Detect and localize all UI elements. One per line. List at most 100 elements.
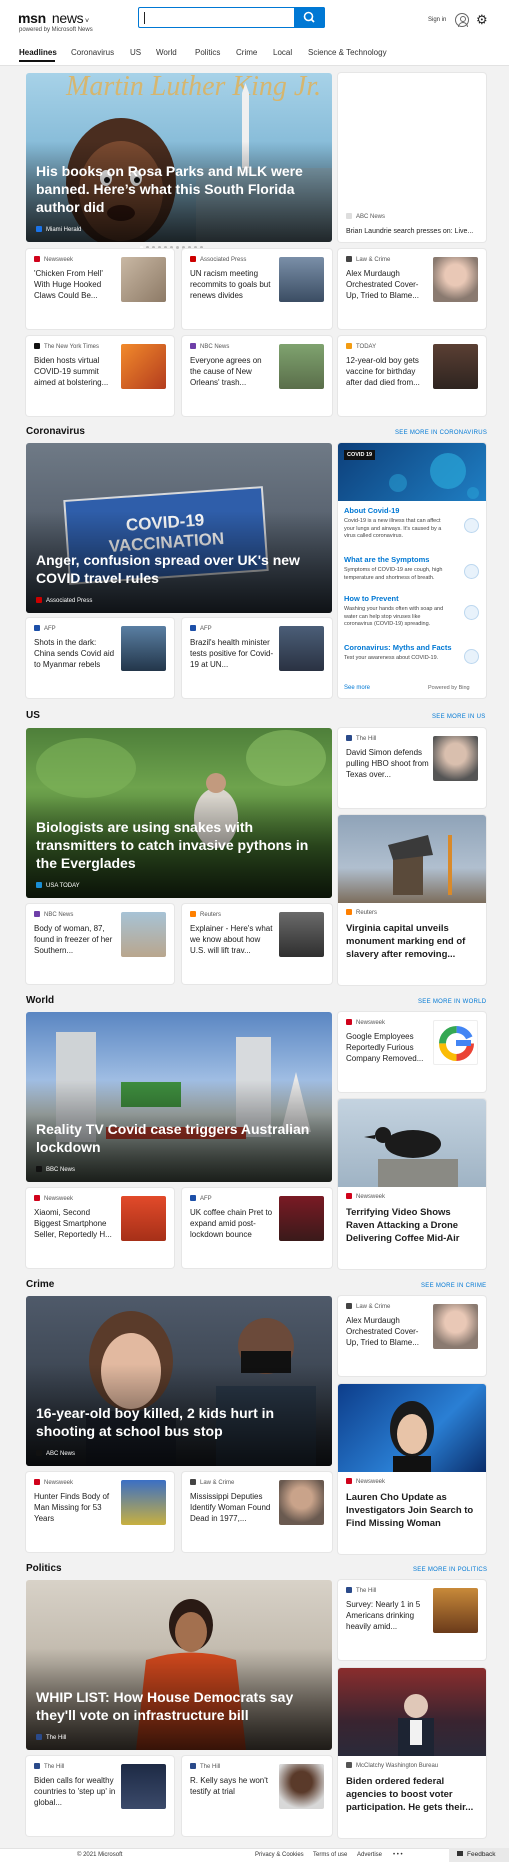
covid-item[interactable]: What are the Symptoms Symptoms of COVID-1…	[344, 555, 444, 582]
msn-logo[interactable]: msn news ˅	[18, 10, 89, 26]
card-title[interactable]: Body of woman, 87, found in freezer of h…	[34, 923, 118, 956]
card-title[interactable]: UN racism meeting recommits to goals but…	[190, 268, 274, 301]
see-more-world[interactable]: SEE MORE IN WORLD	[418, 999, 486, 1005]
card-title[interactable]: Biden ordered federal agencies to boost …	[346, 1775, 478, 1814]
hero-card[interactable]: Martin Luther King Jr. His books on Rosa…	[26, 73, 332, 242]
hero-title[interactable]: Biologists are using snakes with transmi…	[36, 818, 320, 872]
news-card[interactable]: NBC News Everyone agrees on the cause of…	[182, 336, 332, 416]
gear-icon[interactable]: ⚙	[476, 13, 488, 26]
news-card[interactable]: Newsweek 'Chicken From Hell' With Huge H…	[26, 249, 174, 329]
big-card[interactable]: Newsweek Terrifying Video Shows Raven At…	[338, 1099, 486, 1269]
card-title[interactable]: Alex Murdaugh Orchestrated Cover-Up, Tri…	[346, 268, 430, 301]
card-title[interactable]: Lauren Cho Update as Investigators Join …	[346, 1491, 478, 1530]
news-card[interactable]: TODAY 12-year-old boy gets vaccine for b…	[338, 336, 486, 416]
news-card[interactable]: AFP UK coffee chain Pret to expand amid …	[182, 1188, 332, 1268]
card-title[interactable]: Terrifying Video Shows Raven Attacking a…	[346, 1206, 478, 1245]
see-more-coronavirus[interactable]: SEE MORE IN CORONAVIRUS	[395, 430, 487, 436]
card-title[interactable]: Google Employees Reportedly Furious Comp…	[346, 1031, 430, 1064]
card-title[interactable]: Brazil's health minister tests positive …	[190, 637, 274, 670]
news-card[interactable]: Law & Crime Alex Murdaugh Orchestrated C…	[338, 249, 486, 329]
hero-title[interactable]: Anger, confusion spread over UK's new CO…	[36, 551, 320, 587]
card-title[interactable]: 'Chicken From Hell' With Huge Hooked Cla…	[34, 268, 118, 301]
tab-headlines[interactable]: Headlines	[19, 48, 57, 57]
card-title[interactable]: Everyone agrees on the cause of New Orle…	[190, 355, 274, 388]
hero-card[interactable]: Reality TV Covid case triggers Australia…	[26, 1012, 332, 1182]
card-title[interactable]: Virginia capital unveils monument markin…	[346, 922, 478, 961]
news-card[interactable]: NBC News Body of woman, 87, found in fre…	[26, 904, 174, 984]
search-button[interactable]	[294, 7, 325, 28]
see-more-politics[interactable]: SEE MORE IN POLITICS	[413, 1567, 487, 1573]
card-title[interactable]: Biden hosts virtual COVID-19 summit aime…	[34, 355, 118, 388]
news-card[interactable]: Newsweek Google Employees Reportedly Fur…	[338, 1012, 486, 1092]
hero-title[interactable]: WHIP LIST: How House Democrats say they'…	[36, 1688, 320, 1724]
terms-link[interactable]: Terms of use	[313, 1852, 347, 1858]
news-card[interactable]: Reuters Explainer - Here's what we know …	[182, 904, 332, 984]
covid-item-title[interactable]: What are the Symptoms	[344, 555, 444, 564]
card-title[interactable]: Survey: Nearly 1 in 5 Americans drinking…	[346, 1599, 430, 1632]
covid-item[interactable]: Coronavirus: Myths and Facts Test your aw…	[344, 643, 452, 663]
side-card[interactable]: ABC News Brian Laundrie search presses o…	[338, 73, 486, 242]
big-card[interactable]: McClatchy Washington Bureau Biden ordere…	[338, 1668, 486, 1838]
card-title[interactable]: Shots in the dark: China sends Covid aid…	[34, 637, 118, 670]
covid-item-title[interactable]: About Covid-19	[344, 506, 444, 515]
news-card[interactable]: The Hill David Simon defends pulling HBO…	[338, 728, 486, 808]
covid-item-title[interactable]: How to Prevent	[344, 594, 444, 603]
copyright: © 2021 Microsoft	[77, 1852, 123, 1858]
tab-local[interactable]: Local	[273, 48, 292, 57]
see-more-crime[interactable]: SEE MORE IN CRIME	[421, 1283, 486, 1289]
privacy-link[interactable]: Privacy & Cookies	[255, 1852, 304, 1858]
card-title[interactable]: Alex Murdaugh Orchestrated Cover-Up, Tri…	[346, 1315, 430, 1348]
card-title[interactable]: Hunter Finds Body of Man Missing for 53 …	[34, 1491, 118, 1524]
covid-item-title[interactable]: Coronavirus: Myths and Facts	[344, 643, 452, 652]
tab-politics[interactable]: Politics	[195, 48, 220, 57]
card-thumbnail	[279, 1764, 324, 1809]
see-more-link[interactable]: See more	[344, 685, 370, 691]
news-card[interactable]: The New York Times Biden hosts virtual C…	[26, 336, 174, 416]
covid-item[interactable]: About Covid-19 Covid-19 is a new illness …	[344, 506, 444, 541]
feedback-button[interactable]: Feedback	[449, 1848, 509, 1862]
avatar-icon[interactable]	[455, 13, 469, 27]
news-card[interactable]: Law & Crime Alex Murdaugh Orchestrated C…	[338, 1296, 486, 1376]
hero-title[interactable]: His books on Rosa Parks and MLK were ban…	[36, 162, 320, 216]
hero-card[interactable]: 16-year-old boy killed, 2 kids hurt in s…	[26, 1296, 332, 1466]
chevron-down-icon[interactable]: ˅	[83, 18, 89, 25]
card-title[interactable]: Xiaomi, Second Biggest Smartphone Seller…	[34, 1207, 118, 1240]
card-source: McClatchy Washington Bureau	[346, 1762, 438, 1769]
card-title[interactable]: David Simon defends pulling HBO shoot fr…	[346, 747, 430, 780]
news-card[interactable]: Law & Crime Mississippi Deputies Identif…	[182, 1472, 332, 1552]
hero-card[interactable]: COVID-19 VACCINATION Anger, confusion sp…	[26, 443, 332, 613]
card-title[interactable]: Explainer - Here's what we know about ho…	[190, 923, 274, 956]
news-card[interactable]: The Hill Survey: Nearly 1 in 5 Americans…	[338, 1580, 486, 1660]
news-card[interactable]: The Hill Biden calls for wealthy countri…	[26, 1756, 174, 1836]
card-title[interactable]: Mississippi Deputies Identify Woman Foun…	[190, 1491, 274, 1524]
card-title[interactable]: R. Kelly says he won't testify at trial	[190, 1775, 274, 1797]
card-title[interactable]: 12-year-old boy gets vaccine for birthda…	[346, 355, 430, 388]
hero-card[interactable]: WHIP LIST: How House Democrats say they'…	[26, 1580, 332, 1750]
newsweek-icon	[346, 1019, 352, 1025]
news-card[interactable]: The Hill R. Kelly says he won't testify …	[182, 1756, 332, 1836]
tab-world[interactable]: World	[156, 48, 177, 57]
news-card[interactable]: Newsweek Hunter Finds Body of Man Missin…	[26, 1472, 174, 1552]
card-title[interactable]: Biden calls for wealthy countries to 'st…	[34, 1775, 118, 1808]
see-more-us[interactable]: SEE MORE IN US	[432, 714, 486, 720]
news-card[interactable]: Associated Press UN racism meeting recom…	[182, 249, 332, 329]
tab-coronavirus[interactable]: Coronavirus	[71, 48, 114, 57]
covid-item[interactable]: How to Prevent Washing your hands often w…	[344, 594, 444, 629]
tab-us[interactable]: US	[130, 48, 141, 57]
card-title[interactable]: Brian Laundrie search presses on: Live..…	[346, 226, 481, 237]
tab-crime[interactable]: Crime	[236, 48, 257, 57]
search-field[interactable]	[147, 10, 287, 25]
tab-science-technology[interactable]: Science & Technology	[308, 48, 387, 57]
more-options-icon[interactable]: • • •	[393, 1852, 403, 1858]
big-card[interactable]: Reuters Virginia capital unveils monumen…	[338, 815, 486, 985]
card-title[interactable]: UK coffee chain Pret to expand amid post…	[190, 1207, 274, 1240]
big-card[interactable]: Newsweek Lauren Cho Update as Investigat…	[338, 1384, 486, 1554]
news-card[interactable]: Newsweek Xiaomi, Second Biggest Smartpho…	[26, 1188, 174, 1268]
hero-card[interactable]: Biologists are using snakes with transmi…	[26, 728, 332, 898]
news-card[interactable]: AFP Shots in the dark: China sends Covid…	[26, 618, 174, 698]
signin-link[interactable]: Sign in	[428, 17, 446, 23]
hero-title[interactable]: 16-year-old boy killed, 2 kids hurt in s…	[36, 1404, 320, 1440]
advertise-link[interactable]: Advertise	[357, 1852, 382, 1858]
hero-title[interactable]: Reality TV Covid case triggers Australia…	[36, 1120, 320, 1156]
news-card[interactable]: AFP Brazil's health minister tests posit…	[182, 618, 332, 698]
